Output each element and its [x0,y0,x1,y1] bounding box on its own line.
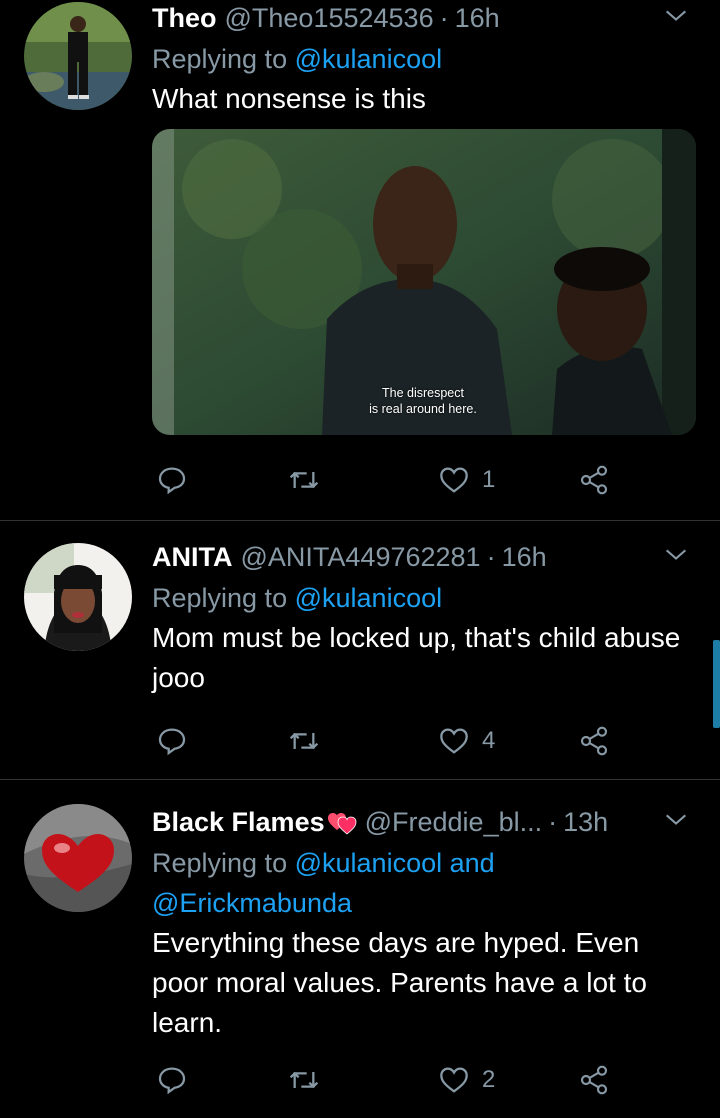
heart-icon [440,728,468,754]
tweet-actions: 4 [152,723,622,763]
retweet-button[interactable] [288,462,320,498]
chevron-down-icon[interactable] [662,806,690,834]
tweet-media-image[interactable]: The disrespect is real around here. [152,129,696,435]
timestamp[interactable]: 13h [563,807,608,838]
avatar-red-heart-icon [24,804,132,912]
tweet-actions: 2 [152,1062,622,1102]
like-count: 2 [482,1066,496,1093]
timestamp[interactable]: 16h [455,3,500,34]
replying-to-label: Replying to [152,848,288,878]
reply-icon [158,728,186,756]
tweet-2[interactable]: ANITA @ANITA449762281 · 16h Replying to … [0,521,720,779]
mention-link-2[interactable]: @Erickmabunda [152,888,352,918]
reply-icon [158,467,186,495]
tweet-text: Everything these days are hyped. Even po… [152,927,647,1038]
tweet-1[interactable]: Theo @Theo15524536 · 16h Replying to @ku… [0,0,720,520]
caption-line-2: is real around here. [369,402,477,416]
retweet-icon [289,471,319,489]
heart-icon [440,1067,468,1093]
chevron-down-icon[interactable] [662,541,690,569]
share-button[interactable] [578,462,610,498]
reply-button[interactable] [156,1062,188,1098]
retweet-icon [289,732,319,750]
user-handle[interactable]: @ANITA449762281 [241,542,481,573]
avatar[interactable] [24,543,132,651]
share-icon [580,1065,608,1095]
avatar[interactable] [24,2,132,110]
tweet-text: Mom must be locked up, that's child abus… [152,622,681,693]
chevron-down-icon[interactable] [662,2,690,30]
tweet-header: ANITA @ANITA449762281 · 16h [152,539,696,575]
separator-dot: · [486,541,496,572]
separator-dot: · [548,806,558,837]
share-button[interactable] [578,1062,610,1098]
timestamp[interactable]: 16h [502,542,547,573]
caption-line-1: The disrespect [382,386,464,400]
share-button[interactable] [578,723,610,759]
user-handle[interactable]: @Freddie_bl... [365,807,543,838]
heart-icon [440,467,468,493]
replying-to: Replying to @kulanicool [152,39,696,79]
like-count: 4 [482,727,496,754]
video-caption: The disrespect is real around here. [358,385,488,417]
replying-to: Replying to @kulanicool and @Erickmabund… [152,843,696,923]
mention-link[interactable]: @kulanicool and [295,848,495,878]
tweet-header: Black Flames @Freddie_bl... · 13h [152,804,696,840]
avatar[interactable] [24,804,132,912]
reply-button[interactable] [156,462,188,498]
share-icon [580,726,608,756]
scrollbar-thumb[interactable] [713,640,720,728]
avatar-photo-icon [24,543,132,651]
two-hearts-emoji-icon [327,813,357,835]
tweet-header: Theo @Theo15524536 · 16h [152,0,696,36]
tweet-text: What nonsense is this [152,83,426,114]
like-button[interactable]: 1 [438,462,495,498]
like-button[interactable]: 4 [438,723,495,759]
mention-link[interactable]: @kulanicool [295,583,443,613]
retweet-button[interactable] [288,1062,320,1098]
like-button[interactable]: 2 [438,1062,495,1098]
reply-icon [158,1067,186,1095]
tweet-3[interactable]: Black Flames @Freddie_bl... · 13h Replyi… [0,780,720,1118]
display-name[interactable]: ANITA [152,542,233,573]
display-name[interactable]: Theo [152,3,217,34]
share-icon [580,465,608,495]
display-name[interactable]: Black Flames [152,807,325,838]
user-handle[interactable]: @Theo15524536 [225,3,434,34]
replying-to-label: Replying to [152,583,288,613]
like-count: 1 [482,466,496,493]
reply-button[interactable] [156,723,188,759]
retweet-button[interactable] [288,723,320,759]
avatar-photo-icon [24,2,132,110]
mention-link[interactable]: @kulanicool [295,44,443,74]
tweet-actions: 1 [152,462,622,502]
separator-dot: · [439,2,449,33]
replying-to: Replying to @kulanicool [152,578,696,618]
replying-to-label: Replying to [152,44,288,74]
retweet-icon [289,1071,319,1089]
